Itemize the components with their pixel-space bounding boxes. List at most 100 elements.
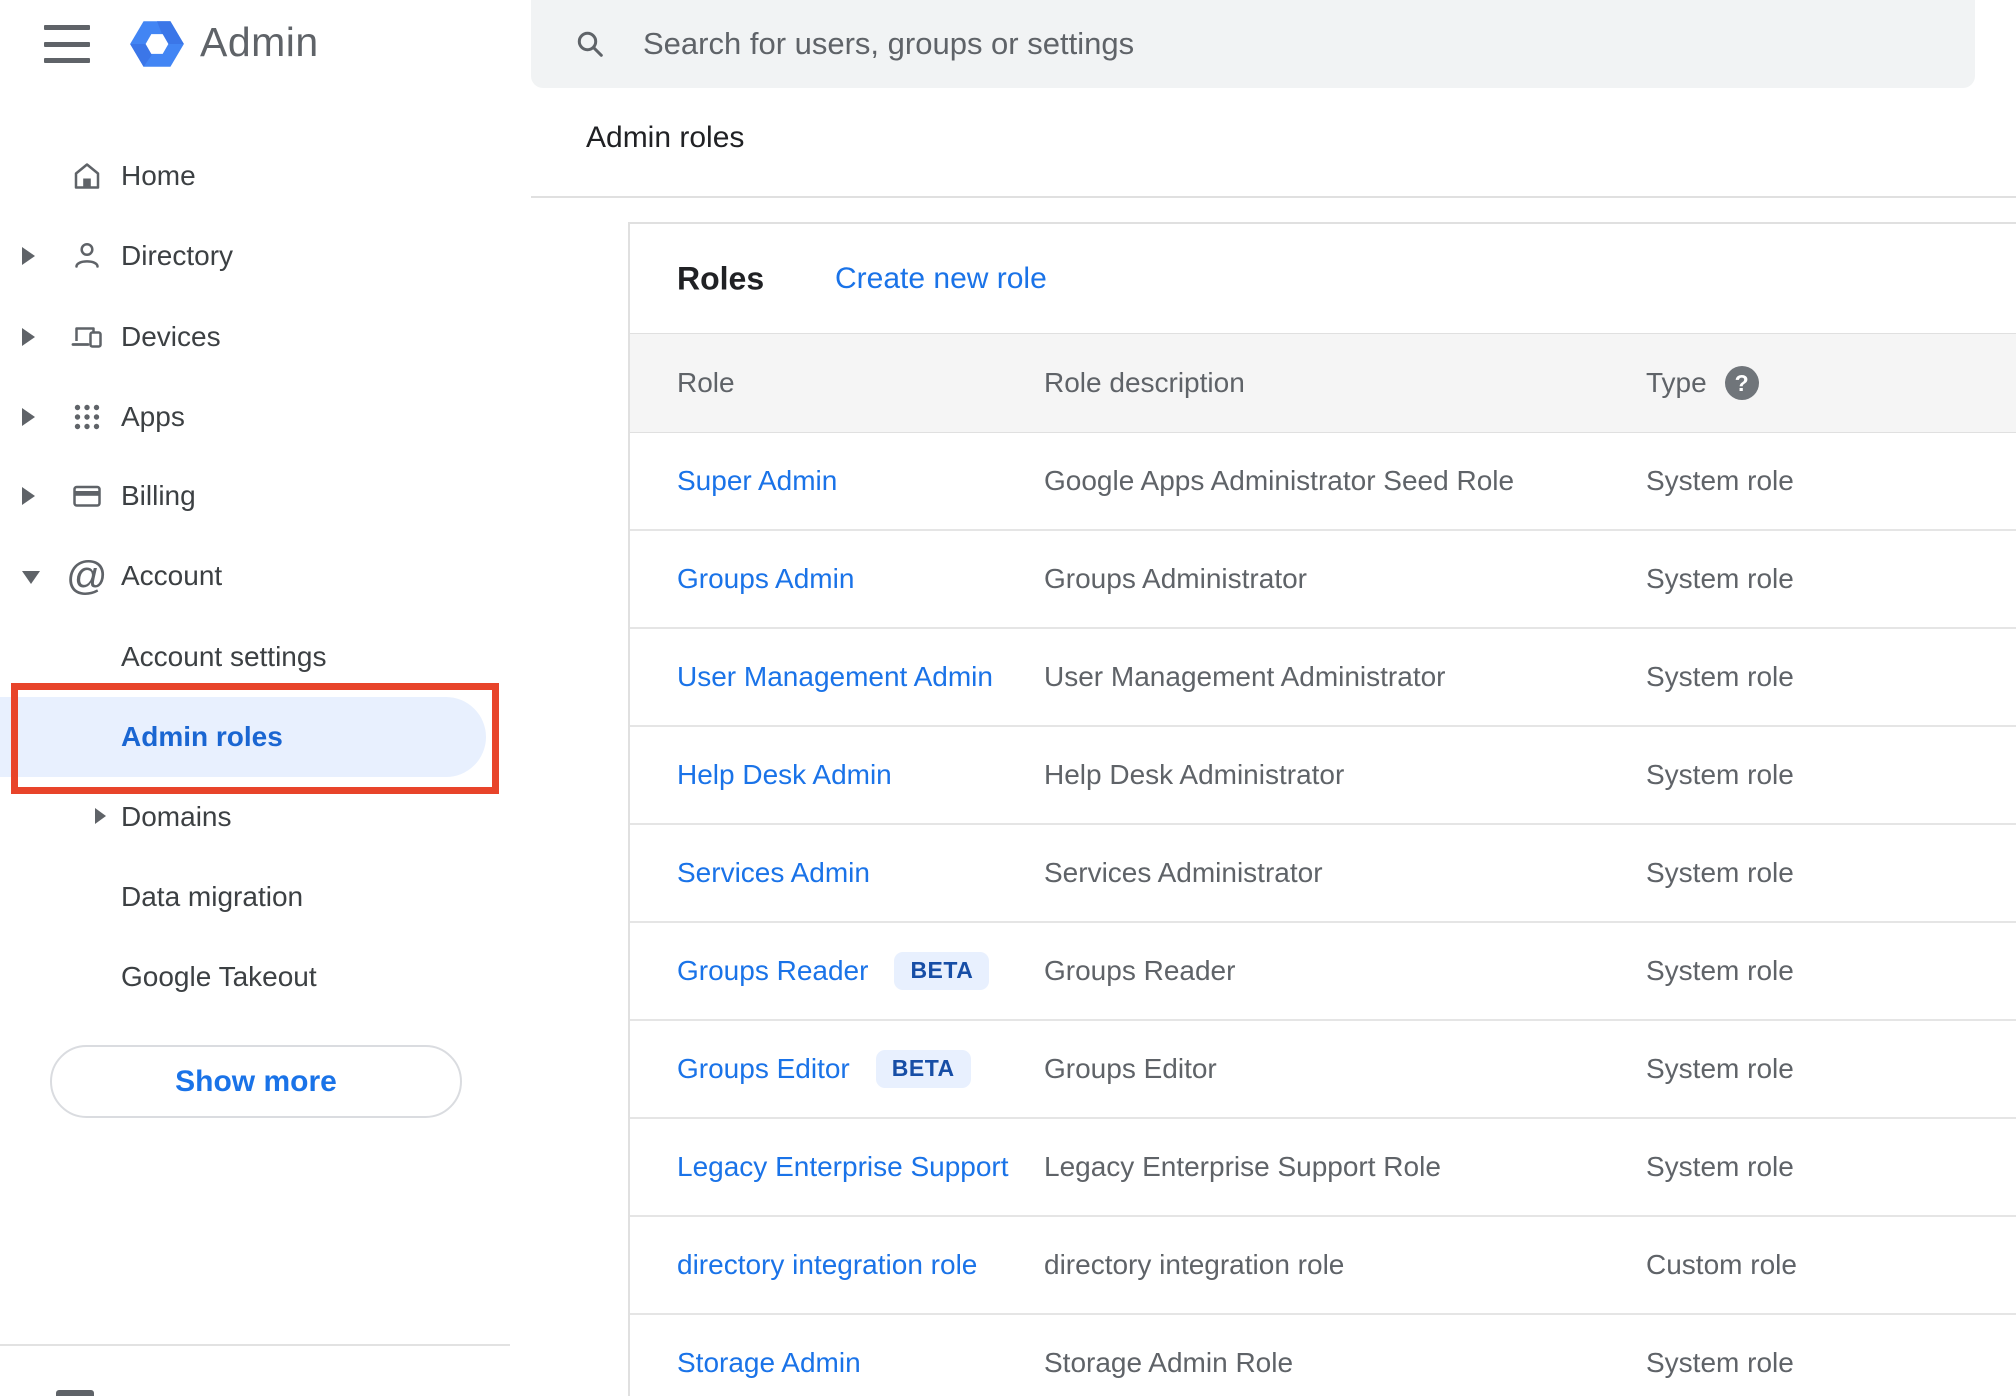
role-type: System role [1646, 759, 1794, 790]
role-type: System role [1646, 661, 1794, 692]
sidebar-item-label: Directory [121, 240, 234, 271]
role-type: System role [1646, 465, 1794, 496]
devices-icon [71, 327, 102, 348]
at-sign-icon: @ [66, 552, 108, 599]
page-title: Admin roles [586, 121, 745, 154]
roles-card-header: Roles Create new role [630, 224, 2016, 333]
sidebar-item-admin-roles[interactable]: Admin roles [0, 697, 520, 777]
admin-hexagon-logo-icon [130, 21, 184, 67]
role-link-label: Groups Reader [677, 955, 869, 986]
search-icon [577, 31, 603, 57]
global-search-bar[interactable] [531, 0, 1975, 88]
role-link[interactable]: Help Desk Admin [677, 759, 892, 791]
column-header-type: Type ? [1646, 366, 1759, 400]
sidebar-item-domains[interactable]: Domains [0, 777, 520, 857]
role-description: Storage Admin Role [1044, 1347, 1294, 1378]
table-row: Legacy Enterprise Support Legacy Enterpr… [630, 1119, 2016, 1217]
sidebar: Admin Home Directory Devices Apps Billin… [0, 0, 530, 1396]
sidebar-item-home[interactable]: Home [0, 136, 520, 216]
role-link[interactable]: Super Admin [677, 465, 837, 497]
roles-card: Roles Create new role Role Role descript… [628, 222, 2016, 1396]
expand-arrow-icon[interactable] [22, 408, 35, 426]
sidebar-item-label: Home [121, 160, 196, 191]
collapse-arrow-icon[interactable] [22, 571, 40, 584]
role-link-label: Groups Editor [677, 1053, 850, 1084]
brand-name: Admin [200, 19, 319, 65]
sidebar-item-apps[interactable]: Apps [0, 377, 520, 457]
expand-arrow-icon[interactable] [95, 808, 106, 824]
sidebar-item-label: Data migration [121, 881, 304, 912]
sidebar-item-label: Account settings [121, 641, 327, 672]
role-description: Google Apps Administrator Seed Role [1044, 465, 1515, 496]
role-description: Legacy Enterprise Support Role [1044, 1151, 1441, 1182]
table-row: directory integration role directory int… [630, 1217, 2016, 1315]
role-type: Custom role [1646, 1249, 1797, 1280]
credit-card-icon [73, 485, 101, 507]
role-link[interactable]: directory integration role [677, 1249, 977, 1281]
expand-arrow-icon[interactable] [22, 247, 35, 265]
sidebar-item-billing[interactable]: Billing [0, 456, 520, 536]
create-new-role-link[interactable]: Create new role [835, 262, 1047, 296]
clipped-bottom-icon [56, 1390, 94, 1396]
sidebar-item-label: Apps [121, 401, 185, 432]
column-header-role: Role [677, 367, 735, 398]
show-more-button[interactable]: Show more [50, 1045, 462, 1118]
role-link[interactable]: Storage Admin [677, 1347, 861, 1379]
sidebar-divider [0, 1344, 510, 1346]
role-type: System role [1646, 1347, 1794, 1378]
role-description: Groups Reader [1044, 955, 1236, 986]
sidebar-item-account[interactable]: @ Account [0, 536, 520, 616]
table-row: Storage Admin Storage Admin Role System … [630, 1315, 2016, 1396]
sidebar-item-label: Google Takeout [121, 961, 317, 992]
role-description: Groups Editor [1044, 1053, 1217, 1084]
column-header-type-label: Type [1646, 367, 1707, 398]
sidebar-item-label: Billing [121, 480, 196, 511]
role-link[interactable]: Groups Editor BETA [677, 1050, 971, 1088]
sidebar-item-directory[interactable]: Directory [0, 216, 520, 296]
role-type: System role [1646, 1053, 1794, 1084]
role-type: System role [1646, 563, 1794, 594]
sidebar-item-devices[interactable]: Devices [0, 297, 520, 377]
roles-table-header: Role Role description Type ? [630, 333, 2016, 433]
menu-hamburger-icon[interactable] [44, 25, 90, 63]
table-row: Help Desk Admin Help Desk Administrator … [630, 727, 2016, 825]
table-row: Groups Editor BETA Groups Editor System r… [630, 1021, 2016, 1119]
roles-heading: Roles [677, 260, 765, 296]
sidebar-item-label: Domains [121, 801, 232, 832]
roles-table-body: Super Admin Google Apps Administrator Se… [630, 433, 2016, 1396]
role-link[interactable]: Groups Admin [677, 563, 854, 595]
admin-console-screen: Admin Home Directory Devices Apps Billin… [0, 0, 2016, 1396]
beta-badge: BETA [894, 952, 990, 990]
sidebar-item-account-settings[interactable]: Account settings [0, 617, 520, 697]
table-row: Super Admin Google Apps Administrator Se… [630, 433, 2016, 531]
sidebar-item-google-takeout[interactable]: Google Takeout [0, 937, 520, 1017]
apps-grid-icon [74, 404, 100, 430]
role-description: Groups Administrator [1044, 563, 1307, 594]
column-header-description: Role description [1044, 367, 1245, 398]
table-row: User Management Admin User Management Ad… [630, 629, 2016, 727]
sidebar-item-label: Devices [121, 321, 221, 352]
role-description: directory integration role [1044, 1249, 1345, 1280]
beta-badge: BETA [875, 1050, 971, 1088]
person-icon [75, 242, 99, 268]
brand-row: Admin [0, 0, 530, 88]
home-icon [74, 163, 100, 189]
sidebar-item-label: Account [121, 560, 223, 591]
role-description: User Management Administrator [1044, 661, 1446, 692]
role-link[interactable]: Legacy Enterprise Support [677, 1151, 1009, 1183]
role-description: Services Administrator [1044, 857, 1323, 888]
role-link[interactable]: User Management Admin [677, 661, 993, 693]
expand-arrow-icon[interactable] [22, 487, 35, 505]
role-link[interactable]: Services Admin [677, 857, 870, 889]
help-icon[interactable]: ? [1724, 366, 1759, 400]
role-link[interactable]: Groups Reader BETA [677, 952, 990, 990]
table-row: Services Admin Services Administrator Sy… [630, 825, 2016, 923]
header-divider [531, 196, 2016, 198]
search-input[interactable] [607, 14, 1975, 74]
role-type: System role [1646, 857, 1794, 888]
role-type: System role [1646, 955, 1794, 986]
role-description: Help Desk Administrator [1044, 759, 1345, 790]
sidebar-item-data-migration[interactable]: Data migration [0, 857, 520, 937]
table-row: Groups Admin Groups Administrator System… [630, 531, 2016, 629]
expand-arrow-icon[interactable] [22, 328, 35, 346]
